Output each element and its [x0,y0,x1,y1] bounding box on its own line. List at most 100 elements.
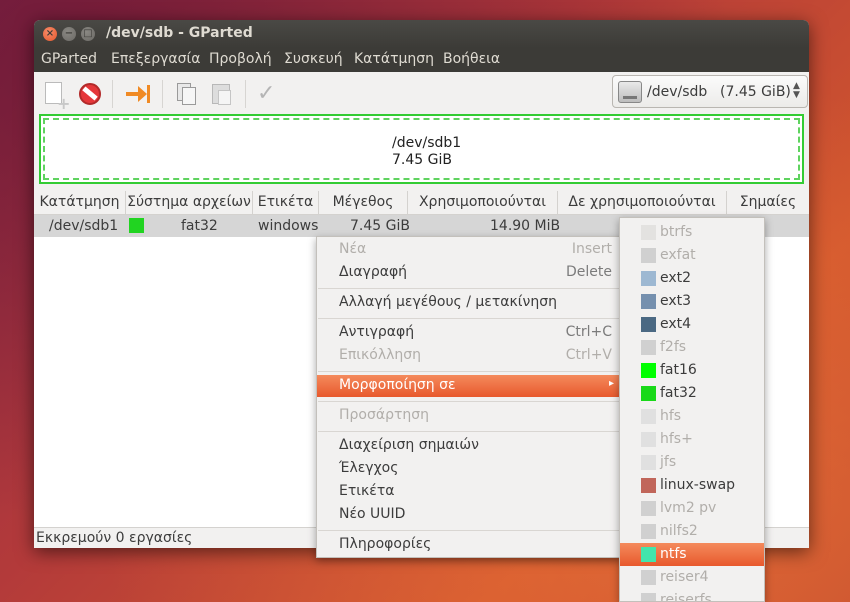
delete-icon[interactable] [77,81,103,107]
format-option-exfat[interactable]: exfat [620,244,764,267]
format-option-linux-swap[interactable]: linux-swap [620,474,764,497]
format-option-reiserfs[interactable]: reiserfs [620,589,764,601]
format-option-btrfs[interactable]: btrfs [620,221,764,244]
fs-color-swatch [641,271,656,286]
fs-color-swatch [641,386,656,401]
format-option-label: ext2 [660,270,692,286]
format-option-lvm2-pv[interactable]: lvm2 pv [620,497,764,520]
fs-color-swatch [641,317,656,332]
menu-separator [318,288,619,289]
format-option-label: fat32 [660,385,697,401]
fs-color-swatch [641,593,656,601]
spinner-arrows-icon[interactable]: ▲ ▼ [793,82,800,100]
menu-item-label: Διαχείριση σημαιών [339,437,479,453]
disk-icon [618,81,642,103]
menu-item-delete[interactable]: Διαγραφή Delete [317,262,620,284]
close-button[interactable]: × [43,27,57,41]
toolbar-separator [245,80,246,108]
fs-color-swatch [641,547,656,562]
menu-item-manage-flags[interactable]: Διαχείριση σημαιών [317,435,620,457]
menu-item-accel: Insert [571,241,612,257]
menu-item-label: Πληροφορίες [339,536,432,552]
menu-item-paste[interactable]: Επικόλληση Ctrl+V [317,345,620,367]
minimize-button[interactable]: − [62,27,76,41]
paste-icon[interactable] [209,81,235,107]
menu-view[interactable]: Προβολή [209,51,272,67]
menu-item-new[interactable]: Νέα Insert [317,239,620,261]
device-selector[interactable]: /dev/sdb (7.45 GiB) ▲ ▼ [612,75,808,108]
menu-separator [318,318,619,319]
partition-context-menu: Νέα Insert Διαγραφή Delete Αλλαγή μεγέθο… [316,236,621,558]
menu-item-format-as[interactable]: Μορφοποίηση σε ▸ [317,375,620,397]
menu-item-label: Διαγραφή [339,264,408,280]
col-size[interactable]: Μέγεθος [319,191,408,215]
menu-gparted[interactable]: GParted [41,51,97,67]
format-option-label: ext4 [660,316,692,332]
format-option-hfsplus[interactable]: hfs+ [620,428,764,451]
format-option-label: ext3 [660,293,692,309]
window-title: /dev/sdb - GParted [106,25,253,41]
format-option-ntfs[interactable]: ntfs [620,543,764,566]
format-option-label: nilfs2 [660,523,698,539]
menu-edit[interactable]: Επεξεργασία [111,51,200,67]
fs-color-swatch [641,363,656,378]
format-option-f2fs[interactable]: f2fs [620,336,764,359]
menu-item-label-edit[interactable]: Ετικέτα [317,481,620,503]
title-bar[interactable]: × − □ /dev/sdb - GParted [34,20,809,48]
format-option-label: ntfs [660,546,687,562]
fs-color-swatch [641,570,656,585]
menu-item-information[interactable]: Πληροφορίες [317,534,620,556]
menu-item-copy[interactable]: Αντιγραφή Ctrl+C [317,322,620,344]
menu-separator [318,371,619,372]
col-used[interactable]: Χρησιμοποιούνται [408,191,558,215]
fs-color-swatch [641,340,656,355]
menu-device[interactable]: Συσκευή [284,51,343,67]
col-flags[interactable]: Σημαίες [727,191,809,215]
copy-icon[interactable] [174,81,200,107]
col-label[interactable]: Ετικέτα [253,191,319,215]
menu-item-new-uuid[interactable]: Νέο UUID [317,504,620,526]
format-option-reiser4[interactable]: reiser4 [620,566,764,589]
format-option-label: exfat [660,247,696,263]
menu-partition[interactable]: Κατάτμηση [354,51,434,67]
maximize-button[interactable]: □ [81,27,95,41]
format-option-hfs[interactable]: hfs [620,405,764,428]
format-option-ext4[interactable]: ext4 [620,313,764,336]
fs-color-swatch [641,524,656,539]
toolbar-separator [112,80,113,108]
col-filesystem[interactable]: Σύστημα αρχείων [126,191,253,215]
format-submenu: btrfs exfat ext2 ext3 ext4 f2fs fat16 fa… [619,217,765,602]
menu-help[interactable]: Βοήθεια [443,51,500,67]
device-size: (7.45 GiB) [720,84,791,100]
cell-label: windows [258,218,319,234]
table-header: Κατάτμηση Σύστημα αρχείων Ετικέτα Μέγεθο… [34,191,809,215]
col-unused[interactable]: Δε χρησιμοποιούνται [558,191,727,215]
format-option-label: jfs [660,454,677,470]
fs-color-swatch [641,455,656,470]
apply-icon[interactable]: ✓ [257,81,283,107]
format-option-label: fat16 [660,362,697,378]
format-option-ext3[interactable]: ext3 [620,290,764,313]
cell-filesystem: fat32 [181,218,218,234]
format-option-ext2[interactable]: ext2 [620,267,764,290]
col-partition[interactable]: Κατάτμηση [34,191,126,215]
menu-item-check[interactable]: Έλεγχος [317,458,620,480]
menu-item-resize-move[interactable]: Αλλαγή μεγέθους / μετακίνηση [317,292,620,314]
format-option-fat16[interactable]: fat16 [620,359,764,382]
format-option-label: lvm2 pv [660,500,717,516]
fs-color-swatch [641,501,656,516]
format-option-nilfs2[interactable]: nilfs2 [620,520,764,543]
format-option-label: hfs+ [660,431,693,447]
partition-map[interactable]: /dev/sdb1 7.45 GiB [39,114,804,184]
menu-item-label: Αλλαγή μεγέθους / μετακίνηση [339,294,557,310]
fs-color-swatch [641,478,656,493]
format-option-jfs[interactable]: jfs [620,451,764,474]
menu-item-label: Αντιγραφή [339,324,415,340]
new-icon[interactable]: + [42,81,70,113]
resize-move-icon[interactable] [124,81,150,107]
menu-item-accel: Delete [566,264,612,280]
menu-separator [318,431,619,432]
menu-item-mount[interactable]: Προσάρτηση [317,405,620,427]
menu-item-label: Μορφοποίηση σε [339,377,456,393]
format-option-fat32[interactable]: fat32 [620,382,764,405]
